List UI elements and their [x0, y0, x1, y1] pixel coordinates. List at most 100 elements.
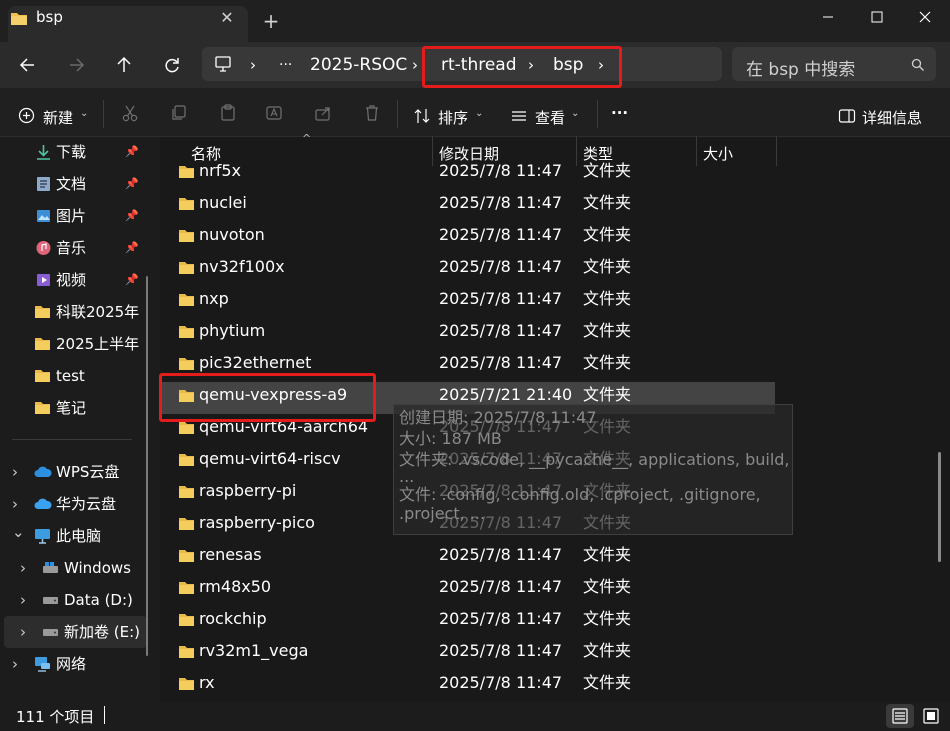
sidebar-item-windows[interactable]: › Windows [20, 553, 146, 583]
sidebar-item-label: 科联2025年 [56, 303, 140, 321]
cloud-icon [34, 465, 52, 478]
share-icon[interactable] [314, 104, 332, 122]
sidebar-scrollbar[interactable] [146, 276, 148, 656]
breadcrumb-2025-rsoc[interactable]: 2025-RSOC [310, 55, 407, 75]
file-row[interactable]: rx 2025/7/8 11:47 文件夹 [160, 670, 775, 700]
file-type: 文件夹 [583, 321, 632, 340]
close-window-button[interactable] [906, 6, 942, 28]
content-scrollbar[interactable] [938, 452, 941, 562]
chevron-right-icon[interactable]: › [12, 489, 18, 519]
maximize-button[interactable] [858, 6, 894, 28]
file-type: 文件夹 [583, 641, 632, 660]
new-button[interactable]: 新建 [43, 107, 73, 128]
sidebar-divider [12, 439, 132, 440]
chevron-right-icon[interactable]: › [412, 56, 418, 74]
details-view-button[interactable] [886, 704, 914, 728]
cut-icon[interactable] [121, 104, 139, 122]
chevron-down-icon[interactable]: ⌄ [571, 108, 579, 119]
folder-icon [178, 420, 195, 435]
pin-icon[interactable]: 📌 [125, 201, 139, 231]
chevron-down-icon[interactable]: ⌄ [80, 108, 88, 119]
new-tab-button[interactable]: + [262, 11, 280, 31]
file-row[interactable]: rockchip 2025/7/8 11:47 文件夹 [160, 606, 775, 638]
sidebar-item-label: 华为云盘 [56, 495, 117, 513]
sidebar-item-label: Windows [64, 559, 131, 577]
back-button[interactable] [17, 54, 41, 76]
sidebar-item-videos[interactable]: 视频 📌 [34, 265, 144, 295]
file-row[interactable]: nv32f100x 2025/7/8 11:47 文件夹 [160, 254, 775, 286]
close-tab-icon[interactable]: ✕ [218, 9, 236, 27]
rename-icon[interactable] [265, 104, 283, 122]
file-row[interactable]: renesas 2025/7/8 11:47 文件夹 [160, 542, 775, 574]
sidebar-item-documents[interactable]: 文档 📌 [34, 169, 144, 199]
sidebar-item-huawei-cloud[interactable]: › 华为云盘 [12, 489, 146, 519]
sidebar-item-folder[interactable]: 科联2025年 [34, 297, 144, 327]
folder-icon [178, 580, 195, 595]
view-button[interactable]: 查看 [535, 107, 565, 128]
file-name: rm48x50 [199, 577, 272, 596]
file-type: 文件夹 [583, 577, 632, 596]
pin-icon[interactable]: 📌 [125, 265, 139, 295]
chevron-down-icon[interactable]: ⌄ [475, 108, 483, 119]
chevron-right-icon[interactable]: › [20, 553, 26, 583]
folder-icon [178, 228, 195, 243]
file-name: raspberry-pico [199, 513, 315, 532]
pin-icon[interactable]: 📌 [125, 233, 139, 263]
sidebar-item-network[interactable]: › 网络 [12, 649, 146, 679]
pin-icon[interactable]: 📌 [125, 137, 139, 167]
pin-icon[interactable]: 📌 [125, 169, 139, 199]
drive-icon [42, 627, 59, 637]
chevron-right-icon[interactable]: › [12, 457, 18, 487]
tooltip-line: 文件夹: .vscode, __pycache__, applications,… [399, 450, 790, 469]
delete-icon[interactable] [363, 104, 381, 122]
sidebar-item-data-d[interactable]: › Data (D:) [20, 585, 146, 615]
sort-button[interactable]: 排序 [438, 107, 468, 128]
sidebar-item-label: Data (D:) [64, 591, 133, 609]
forward-button[interactable] [65, 54, 89, 76]
sidebar-item-pictures[interactable]: 图片 📌 [34, 201, 144, 231]
sidebar-item-wps-cloud[interactable]: › WPS云盘 [12, 457, 146, 487]
file-name: raspberry-pi [199, 481, 297, 500]
sidebar-item-folder[interactable]: test [34, 361, 144, 391]
file-type: 文件夹 [583, 545, 632, 564]
sidebar-item-downloads[interactable]: 下载 📌 [34, 137, 144, 167]
refresh-button[interactable] [160, 54, 184, 76]
sidebar-item-folder[interactable]: 2025上半年 [34, 329, 144, 359]
plus-circle-icon[interactable] [18, 107, 35, 124]
file-row[interactable]: phytium 2025/7/8 11:47 文件夹 [160, 318, 775, 350]
file-row[interactable]: rm48x50 2025/7/8 11:47 文件夹 [160, 574, 775, 606]
file-row[interactable]: nuvoton 2025/7/8 11:47 文件夹 [160, 222, 775, 254]
folder-icon [178, 676, 195, 691]
chevron-down-icon[interactable]: ⌄ [12, 517, 25, 547]
breadcrumb-overflow[interactable]: ··· [279, 57, 292, 73]
file-row[interactable]: nrf5x 2025/7/8 11:47 文件夹 [160, 160, 775, 190]
sort-icon[interactable] [413, 107, 431, 125]
file-row[interactable]: nxp 2025/7/8 11:47 文件夹 [160, 286, 775, 318]
chevron-right-icon[interactable]: › [250, 56, 256, 74]
file-row[interactable]: nuclei 2025/7/8 11:47 文件夹 [160, 190, 775, 222]
copy-icon[interactable] [170, 104, 188, 122]
chevron-right-icon[interactable]: › [12, 649, 18, 679]
paste-icon[interactable] [219, 104, 237, 122]
file-date: 2025/7/8 11:47 [439, 673, 563, 692]
up-button[interactable] [112, 54, 136, 76]
more-options-button[interactable]: ··· [611, 104, 628, 122]
minimize-button[interactable] [810, 6, 846, 28]
details-pane-icon[interactable] [838, 108, 856, 124]
file-name: rv32m1_vega [199, 641, 309, 660]
view-icon[interactable] [510, 108, 528, 124]
folder-icon [178, 612, 195, 627]
tiles-view-button[interactable] [918, 704, 944, 728]
search-icon[interactable] [911, 58, 925, 72]
sidebar-item-music[interactable]: 音乐 📌 [34, 233, 144, 263]
file-name: nuvoton [199, 225, 265, 244]
chevron-right-icon[interactable]: › [20, 585, 26, 615]
sidebar-item-new-volume-e[interactable]: › 新加卷 (E:) [20, 617, 146, 647]
tooltip-line: 文件: .config, .config.old, .cproject, .gi… [399, 485, 761, 504]
sidebar-item-folder[interactable]: 笔记 [34, 393, 144, 423]
chevron-right-icon[interactable]: › [20, 617, 26, 647]
details-button[interactable]: 详细信息 [862, 107, 922, 128]
toolbar-separator [397, 100, 398, 128]
file-row[interactable]: rv32m1_vega 2025/7/8 11:47 文件夹 [160, 638, 775, 670]
sidebar-item-this-pc[interactable]: ⌄ 此电脑 [12, 521, 146, 551]
